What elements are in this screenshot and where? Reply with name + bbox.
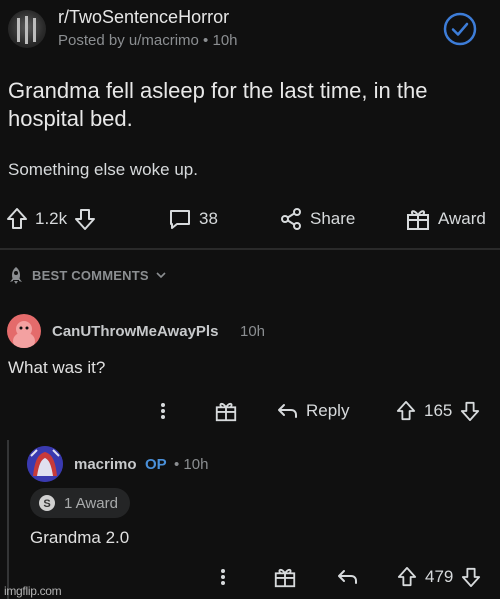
reply-arrow-icon xyxy=(278,404,297,418)
comments-button[interactable]: 38 xyxy=(168,204,218,234)
award-label: Award xyxy=(438,209,486,228)
share-icon xyxy=(281,208,301,230)
upvote-icon[interactable] xyxy=(6,207,28,231)
avatar[interactable] xyxy=(7,314,41,348)
more-options-button[interactable] xyxy=(155,396,171,426)
comment-award-button[interactable] xyxy=(214,396,238,426)
reply-award-button[interactable] xyxy=(273,562,297,592)
chevron-down-icon xyxy=(156,272,166,279)
reply-button[interactable]: Reply xyxy=(276,396,349,426)
comment-bubble-icon xyxy=(170,210,190,229)
reply-time: • 10h xyxy=(174,456,209,473)
more-options-button[interactable] xyxy=(215,562,231,592)
reply-text: Grandma 2.0 xyxy=(30,528,130,547)
more-vertical-icon xyxy=(221,569,225,585)
comment-count: 38 xyxy=(199,209,218,228)
upvote-icon[interactable] xyxy=(397,566,417,588)
rocket-icon xyxy=(10,267,22,284)
reply-arrow-icon xyxy=(338,570,357,584)
reply-label: Reply xyxy=(306,401,350,420)
post-meta: Posted by u/macrimo • 10h xyxy=(58,32,238,49)
reply-button[interactable] xyxy=(336,562,358,592)
award-button[interactable]: Award xyxy=(405,204,486,234)
share-button[interactable]: Share xyxy=(279,204,355,234)
subreddit-avatar[interactable] xyxy=(8,10,46,48)
op-badge: OP xyxy=(145,456,167,473)
share-label: Share xyxy=(310,209,356,228)
verified-check-icon xyxy=(443,12,477,46)
downvote-icon[interactable] xyxy=(461,566,481,588)
comment-text: What was it? xyxy=(8,358,106,377)
avatar[interactable] xyxy=(27,446,63,482)
downvote-icon[interactable] xyxy=(460,400,480,422)
award-chip-label: 1 Award xyxy=(64,494,118,512)
reply-vote-count: 479 xyxy=(425,567,454,586)
svg-text:S: S xyxy=(43,498,50,510)
downvote-icon[interactable] xyxy=(74,207,96,231)
sort-label: BEST COMMENTS xyxy=(32,267,149,283)
post-title: Grandma fell asleep for the last time, i… xyxy=(8,78,428,131)
upvote-icon[interactable] xyxy=(396,400,416,422)
reply-author[interactable]: macrimo xyxy=(74,456,137,473)
post-vote-count: 1.2k xyxy=(35,209,68,228)
post-vote-group: 1.2k xyxy=(6,204,96,234)
silver-award-icon: S xyxy=(39,495,55,511)
reply-vote-group: 479 xyxy=(397,562,481,592)
award-chip[interactable]: S 1 Award xyxy=(30,488,130,518)
subreddit-name[interactable]: r/TwoSentenceHorror xyxy=(58,7,229,28)
watermark: imgflip.com xyxy=(4,584,62,598)
gift-icon xyxy=(407,210,429,230)
comment-sort-selector[interactable]: BEST COMMENTS xyxy=(6,264,167,286)
comment-time: 10h xyxy=(240,323,266,340)
section-divider xyxy=(0,248,500,250)
gift-icon xyxy=(274,568,296,588)
post-body: Something else woke up. xyxy=(8,160,198,179)
gift-icon xyxy=(215,402,237,422)
comment-vote-group: 165 xyxy=(396,396,480,426)
thread-line[interactable] xyxy=(7,440,9,599)
more-vertical-icon xyxy=(161,403,165,419)
comment-author[interactable]: CanUThrowMeAwayPls xyxy=(52,323,218,340)
comment-vote-count: 165 xyxy=(424,401,453,420)
